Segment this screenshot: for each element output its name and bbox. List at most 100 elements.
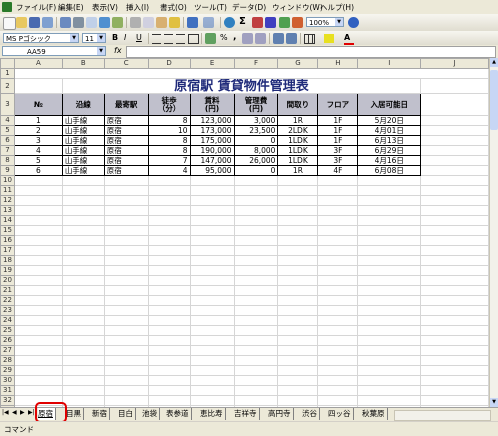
cell[interactable] [233,375,279,386]
cell[interactable] [103,205,149,216]
cell[interactable] [357,175,422,186]
cell[interactable]: 3F [317,145,359,156]
col-header-c[interactable]: C [103,58,149,69]
cell[interactable] [357,245,422,256]
cell[interactable] [103,265,149,276]
cell[interactable] [357,255,422,266]
cell[interactable] [13,285,63,296]
cell[interactable] [233,195,279,206]
cell[interactable] [357,325,422,336]
cell[interactable] [189,285,235,296]
cell[interactable]: 6月08日 [357,165,422,176]
cell[interactable] [420,355,489,366]
cell[interactable] [357,375,422,386]
cell[interactable]: 175,000 [189,135,235,146]
cell[interactable] [13,215,63,226]
cell[interactable] [61,245,105,256]
cell[interactable] [147,185,191,196]
col-header-g[interactable]: G [277,58,319,69]
cell[interactable] [277,195,319,206]
cell[interactable]: 山手線 [61,135,105,146]
cell[interactable] [317,395,359,406]
cell[interactable] [277,305,319,316]
cell[interactable] [61,225,105,236]
cell[interactable] [233,235,279,246]
row-header[interactable]: 6 [0,135,15,146]
cell[interactable] [61,185,105,196]
cell[interactable] [147,335,191,346]
row-header[interactable]: 15 [0,225,15,236]
cell[interactable] [277,205,319,216]
cell[interactable] [357,395,422,406]
row-header[interactable]: 21 [0,285,15,296]
cell[interactable] [61,265,105,276]
cell[interactable] [13,245,63,256]
menu-edit[interactable]: 編集(E) [58,2,84,13]
cell[interactable] [61,305,105,316]
cell[interactable] [147,295,191,306]
cell[interactable] [13,385,63,396]
cell[interactable] [189,195,235,206]
cell[interactable] [317,305,359,316]
cell[interactable]: 1F [317,115,359,126]
formula-input[interactable] [126,46,496,58]
cell[interactable] [147,235,191,246]
scroll-thumb[interactable] [490,70,498,130]
cell[interactable] [189,255,235,266]
cell[interactable] [189,175,235,186]
row-header[interactable]: 24 [0,315,15,326]
cell[interactable]: 3,000 [233,115,279,126]
name-box[interactable]: AA59 ▼ [2,46,106,56]
cell[interactable] [189,315,235,326]
cell[interactable] [233,245,279,256]
row-header[interactable]: 30 [0,375,15,386]
cell[interactable] [420,295,489,306]
row-header[interactable]: 10 [0,175,15,186]
cell[interactable] [103,345,149,356]
cell[interactable] [357,205,422,216]
cell[interactable] [420,175,489,186]
cell[interactable] [61,325,105,336]
cell[interactable] [103,255,149,266]
select-all-corner[interactable] [0,58,15,69]
cell[interactable] [357,365,422,376]
cell[interactable] [103,235,149,246]
cell[interactable] [277,225,319,236]
row-header[interactable]: 23 [0,305,15,316]
cell[interactable]: 5月20日 [357,115,422,126]
align-center-icon[interactable] [164,34,173,44]
cell[interactable] [61,335,105,346]
cell[interactable] [147,385,191,396]
row-header[interactable]: 1 [0,68,15,79]
cell[interactable] [61,285,105,296]
cell[interactable] [61,195,105,206]
menu-window[interactable]: ウィンドウ(W) [272,2,323,13]
increase-indent-icon[interactable] [286,33,297,44]
cell[interactable] [189,385,235,396]
cell[interactable] [233,295,279,306]
decrease-decimal-icon[interactable] [255,33,266,44]
cell[interactable]: 1LDK [277,135,319,146]
cell[interactable] [357,225,422,236]
bold-button[interactable]: B [112,33,118,42]
sheet-tab-10[interactable]: 四ッ谷 [328,408,354,420]
cell[interactable] [317,245,359,256]
last-sheet-icon[interactable]: ▶| [28,409,35,416]
cell[interactable]: 6月29日 [357,145,422,156]
cell[interactable] [61,295,105,306]
cell[interactable]: 2 [13,125,63,136]
cell[interactable] [233,265,279,276]
cell[interactable] [277,325,319,336]
cell[interactable] [13,265,63,276]
cell[interactable]: 1F [317,135,359,146]
cell[interactable] [317,365,359,376]
cell[interactable] [147,375,191,386]
cell[interactable] [277,275,319,286]
row-header[interactable]: 18 [0,255,15,266]
cell[interactable] [420,365,489,376]
col-header-b[interactable]: B [61,58,105,69]
cell[interactable] [147,245,191,256]
cell[interactable] [13,305,63,316]
row-header[interactable]: 9 [0,165,15,176]
cell[interactable] [189,365,235,376]
